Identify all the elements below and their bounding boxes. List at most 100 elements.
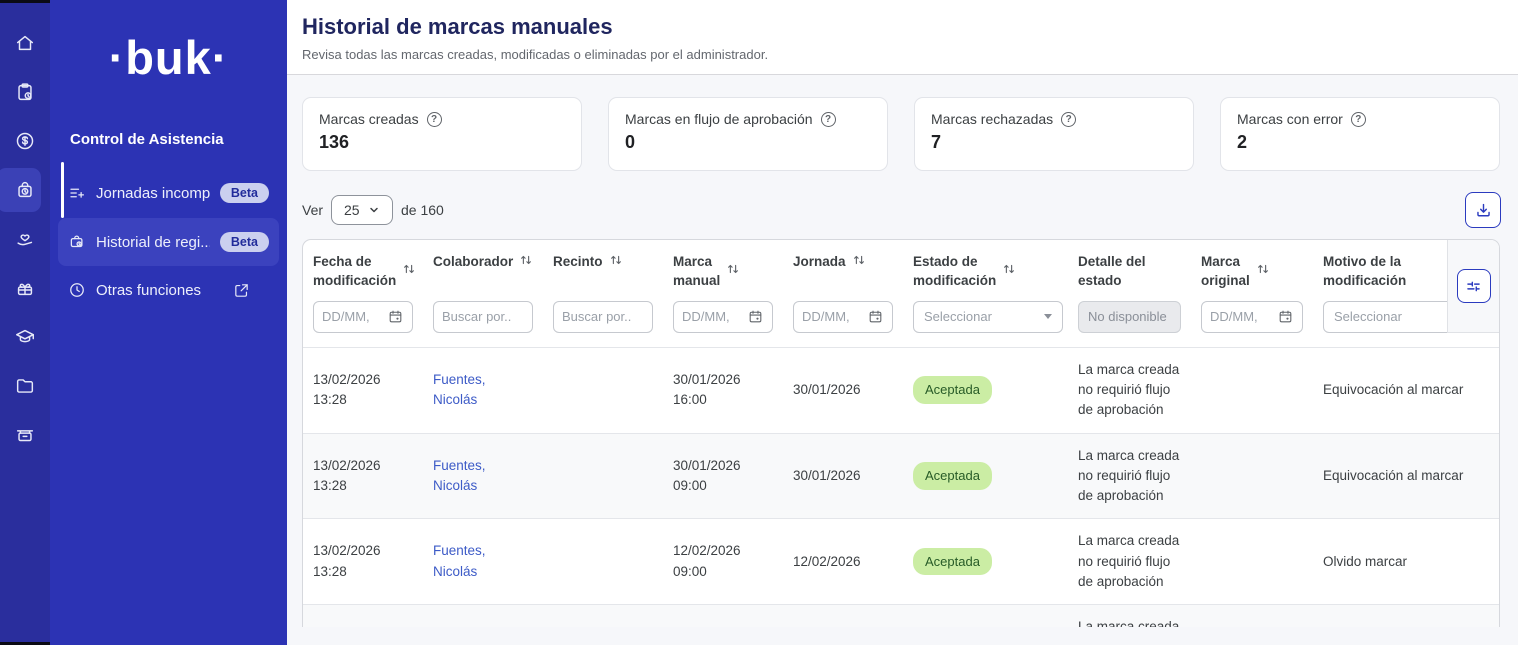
- help-icon[interactable]: ?: [821, 112, 836, 127]
- cell-detalle: La marca creada no requirió flujo de apr…: [1068, 605, 1191, 627]
- filter-fecha-modificacion[interactable]: [313, 301, 413, 333]
- calendar-icon: [747, 308, 764, 325]
- column-settings-area: [1447, 240, 1499, 333]
- search-input[interactable]: [562, 309, 644, 324]
- cash-drawer-icon[interactable]: [14, 424, 36, 446]
- help-icon[interactable]: ?: [427, 112, 442, 127]
- date-input[interactable]: [682, 309, 743, 324]
- sidebar-item-label: Jornadas incomp...: [96, 185, 210, 202]
- cell-jornada: 30/01/2026: [783, 348, 903, 433]
- cell-marca-manual: 30/01/2026 16:00: [663, 348, 783, 433]
- stat-value: 7: [931, 132, 1177, 153]
- cell-motivo: Equivocación al marcar: [1313, 434, 1499, 519]
- table-controls: Ver 25 de 160: [302, 192, 1501, 228]
- help-icon[interactable]: ?: [1061, 112, 1076, 127]
- table-row[interactable]: 13/02/2026 13:28 Fuentes, Nicolás 30/01/…: [303, 347, 1499, 433]
- collaborator-link[interactable]: Fuentes, Nicolás: [433, 370, 533, 411]
- collaborator-link[interactable]: Fuentes, Nicolás: [433, 456, 533, 497]
- caret-down-icon: [1044, 314, 1052, 319]
- column-header-marca-original: Marca original: [1201, 253, 1250, 291]
- sort-icon[interactable]: [402, 262, 416, 281]
- download-icon: [1474, 201, 1493, 220]
- stat-value: 136: [319, 132, 565, 153]
- column-header-motivo: Motivo de la modificación: [1323, 253, 1406, 291]
- stat-label: Marcas creadas: [319, 111, 419, 127]
- beta-badge: Beta: [220, 183, 269, 203]
- column-header-detalle: Detalle del estado: [1078, 253, 1146, 291]
- chevron-down-icon: [368, 204, 380, 216]
- cell-marca-original: [1191, 434, 1313, 519]
- stat-value: 2: [1237, 132, 1483, 153]
- status-badge: Aceptada: [913, 462, 992, 490]
- sort-icon[interactable]: [519, 253, 533, 272]
- cell-recinto: [543, 434, 663, 519]
- beta-badge: Beta: [220, 232, 269, 252]
- date-input[interactable]: [322, 309, 383, 324]
- main-content: Historial de marcas manuales Revisa toda…: [287, 0, 1518, 645]
- cell-detalle: La marca creada no requirió flujo de apr…: [1068, 348, 1191, 433]
- ver-label: Ver: [302, 202, 323, 218]
- marks-table: Fecha de modificación Colaborador Recint…: [302, 239, 1500, 627]
- cell-marca-manual: 12/02/2026 09:00: [663, 519, 783, 604]
- filter-jornada[interactable]: [793, 301, 893, 333]
- sidebar-item-otras-funciones[interactable]: Otras funciones: [58, 272, 279, 308]
- filter-motivo-select[interactable]: Seleccionar: [1323, 301, 1463, 333]
- cell-fecha-modificacion: 13/02/2026 13:28: [303, 605, 423, 627]
- stat-card-marcas-creadas: Marcas creadas? 136: [302, 97, 582, 171]
- graduation-cap-icon[interactable]: [14, 326, 36, 348]
- status-badge: Aceptada: [913, 548, 992, 576]
- help-icon[interactable]: ?: [1351, 112, 1366, 127]
- folder-icon[interactable]: [14, 375, 36, 397]
- sidebar-item-jornadas-incompletas[interactable]: Jornadas incomp... Beta: [58, 174, 279, 212]
- column-header-jornada: Jornada: [793, 253, 846, 272]
- filter-detalle-disabled: No disponible: [1078, 301, 1181, 333]
- column-settings-button[interactable]: [1457, 269, 1491, 303]
- sidebar-section-title: Control de Asistencia: [70, 131, 287, 148]
- table-row[interactable]: 13/02/2026 13:28 Fuentes, Nicolás 12/02/…: [303, 604, 1499, 627]
- filter-marca-original[interactable]: [1201, 301, 1303, 333]
- filter-marca-manual[interactable]: [673, 301, 773, 333]
- stat-label: Marcas en flujo de aprobación: [625, 111, 813, 127]
- collaborator-link[interactable]: Fuentes, Nicolás: [433, 541, 533, 582]
- dollar-circle-icon[interactable]: [14, 130, 36, 152]
- cell-detalle: La marca creada no requirió flujo de apr…: [1068, 519, 1191, 604]
- hand-heart-icon[interactable]: [14, 228, 36, 250]
- sort-icon[interactable]: [852, 253, 866, 272]
- page-title: Historial de marcas manuales: [302, 14, 1500, 40]
- icon-rail: [0, 0, 50, 645]
- cell-marca-manual: 12/02/2026 16:00: [663, 605, 783, 627]
- page-size-select[interactable]: 25: [331, 195, 393, 225]
- calendar-icon: [1277, 308, 1294, 325]
- cell-fecha-modificacion: 13/02/2026 13:28: [303, 519, 423, 604]
- download-button[interactable]: [1465, 192, 1501, 228]
- sidebar-menu: Jornadas incomp... Beta Historial de reg…: [50, 174, 287, 308]
- column-header-marca-manual: Marca manual: [673, 253, 720, 291]
- briefcase-clock-icon: [68, 233, 86, 251]
- total-label: de 160: [401, 202, 444, 218]
- search-input[interactable]: [442, 309, 524, 324]
- gift-box-icon[interactable]: [14, 277, 36, 299]
- cell-jornada: 12/02/2026: [783, 605, 903, 627]
- date-input[interactable]: [802, 309, 863, 324]
- page-header: Historial de marcas manuales Revisa toda…: [287, 0, 1518, 75]
- sort-icon[interactable]: [609, 253, 623, 272]
- clipboard-clock-icon[interactable]: [14, 81, 36, 103]
- filter-estado-select[interactable]: Seleccionar: [913, 301, 1063, 333]
- sort-icon[interactable]: [726, 262, 740, 281]
- sidebar-item-label: Historial de regi...: [96, 234, 210, 251]
- cell-marca-original: [1191, 348, 1313, 433]
- calendar-icon: [867, 308, 884, 325]
- sort-icon[interactable]: [1002, 262, 1016, 281]
- sort-icon[interactable]: [1256, 262, 1270, 281]
- filter-colaborador[interactable]: [433, 301, 533, 333]
- bag-clock-icon[interactable]: [14, 179, 36, 201]
- disabled-placeholder: No disponible: [1088, 309, 1167, 324]
- table-row[interactable]: 13/02/2026 13:28 Fuentes, Nicolás 12/02/…: [303, 518, 1499, 604]
- home-icon[interactable]: [14, 32, 36, 54]
- date-input[interactable]: [1210, 309, 1273, 324]
- list-plus-icon: [68, 184, 86, 202]
- filter-recinto[interactable]: [553, 301, 653, 333]
- table-row[interactable]: 13/02/2026 13:28 Fuentes, Nicolás 30/01/…: [303, 433, 1499, 519]
- sidebar-item-historial-registros[interactable]: Historial de regi... Beta: [58, 218, 279, 266]
- stats-cards: Marcas creadas? 136 Marcas en flujo de a…: [302, 97, 1500, 171]
